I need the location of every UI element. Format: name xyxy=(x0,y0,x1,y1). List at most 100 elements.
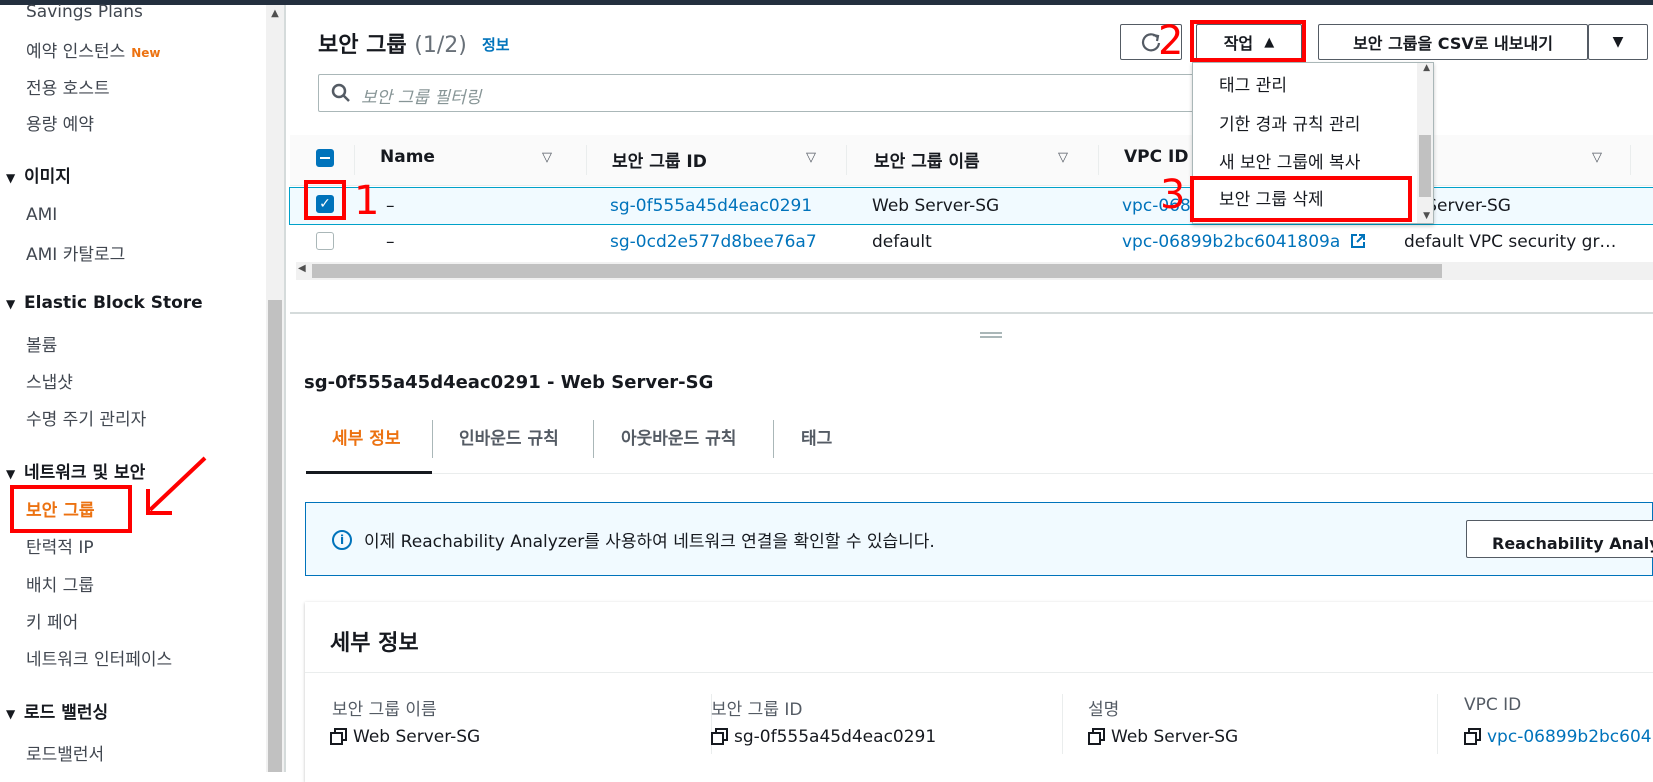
page-title: 보안 그룹 (1/2) xyxy=(318,27,467,59)
copy-icon[interactable] xyxy=(1464,728,1481,745)
export-csv-button[interactable]: 보안 그룹을 CSV로 내보내기 xyxy=(1318,24,1588,60)
menu-scrollbar-thumb[interactable] xyxy=(1419,135,1431,197)
section-label: Elastic Block Store xyxy=(24,293,203,313)
panel-splitter[interactable] xyxy=(290,312,1653,314)
tab-details[interactable]: 세부 정보 xyxy=(332,424,400,449)
caret-down-icon: ▼ xyxy=(6,467,16,481)
sidebar-item-savings-plans[interactable]: Savings Plans xyxy=(26,2,143,22)
sidebar-item-placement-groups[interactable]: 배치 그룹 xyxy=(26,571,94,596)
sidebar-scrollbar-thumb[interactable] xyxy=(268,300,282,772)
page-title-text: 보안 그룹 xyxy=(318,33,407,58)
vpc-id-text: vpc-06899b2bc6041809a xyxy=(1122,232,1341,252)
scroll-up-arrow-icon[interactable]: ▲ xyxy=(268,8,282,22)
menu-item-copy-to-new[interactable]: 새 보안 그룹에 복사 xyxy=(1219,148,1360,173)
cell-sg-id-link[interactable]: sg-0f555a45d4eac0291 xyxy=(610,196,812,216)
caret-down-icon: ▼ xyxy=(6,707,16,721)
info-link[interactable]: 정보 xyxy=(482,34,510,55)
field-value-sg-id: sg-0f555a45d4eac0291 xyxy=(711,727,936,747)
export-dropdown-button[interactable]: ▼ xyxy=(1588,24,1648,60)
sidebar-item-load-balancers[interactable]: 로드밸런서 xyxy=(26,740,104,765)
column-header-name[interactable]: Name xyxy=(380,147,435,167)
copy-icon[interactable] xyxy=(1088,728,1105,745)
tab-outbound-rules[interactable]: 아웃바운드 규칙 xyxy=(621,424,736,449)
search-input[interactable]: 보안 그룹 필터링 xyxy=(318,74,1218,112)
cell-sg-id-link[interactable]: sg-0cd2e577d8bee76a7 xyxy=(610,232,817,252)
active-tab-indicator xyxy=(306,471,432,474)
tabs-baseline xyxy=(306,473,1653,474)
table-row[interactable]: – sg-0cd2e577d8bee76a7 default vpc-06899… xyxy=(290,224,1653,260)
sidebar-section-network[interactable]: ▼ 네트워크 및 보안 xyxy=(6,458,145,483)
external-link-icon xyxy=(1350,234,1365,248)
cell-vpc-id-link[interactable]: vpc-06899b2bc6041809a xyxy=(1122,232,1366,252)
column-header-vpc-id[interactable]: VPC ID xyxy=(1124,147,1188,167)
section-label: 네트워크 및 보안 xyxy=(24,463,146,483)
column-divider xyxy=(1630,145,1631,175)
sidebar-item-ami-catalog[interactable]: AMI 카탈로그 xyxy=(26,240,125,265)
column-header-sg-id[interactable]: 보안 그룹 ID xyxy=(612,147,707,172)
sidebar-item-key-pairs[interactable]: 키 페어 xyxy=(26,608,78,633)
details-title: sg-0f555a45d4eac0291 - Web Server-SG xyxy=(304,372,714,393)
copy-icon[interactable] xyxy=(711,728,728,745)
sidebar-item-capacity-reservations[interactable]: 용량 예약 xyxy=(26,110,94,135)
sidebar-item-security-groups[interactable]: 보안 그룹 xyxy=(26,496,94,521)
sort-icon[interactable]: ▽ xyxy=(1058,150,1068,165)
caret-down-icon: ▼ xyxy=(1612,34,1624,50)
scroll-left-arrow-icon[interactable]: ◀ xyxy=(298,263,306,274)
sort-icon[interactable]: ▽ xyxy=(806,150,816,165)
info-alert: i 이제 Reachability Analyzer를 사용하여 네트워크 연결… xyxy=(305,502,1653,576)
copy-icon[interactable] xyxy=(330,728,347,745)
section-label: 로드 밸런싱 xyxy=(24,703,109,723)
tab-inbound-rules[interactable]: 인바운드 규칙 xyxy=(459,424,559,449)
row-checkbox-checked[interactable]: ✓ xyxy=(316,195,334,213)
cell-name: – xyxy=(386,232,395,252)
sidebar-item-network-interfaces[interactable]: 네트워크 인터페이스 xyxy=(26,645,172,670)
drag-handle-icon[interactable] xyxy=(980,332,1002,338)
column-divider xyxy=(586,145,587,175)
sidebar-item-snapshots[interactable]: 스냅샷 xyxy=(26,368,73,393)
sidebar-divider xyxy=(284,5,286,772)
sidebar-item-volumes[interactable]: 볼륨 xyxy=(26,331,57,356)
sidebar-section-images[interactable]: ▼ 이미지 xyxy=(6,162,71,187)
annotation-number-3: 3 xyxy=(1160,172,1186,218)
caret-down-icon: ▼ xyxy=(6,171,16,185)
table-row[interactable]: – sg-0f555a45d4eac0291 Web Server-SG vpc… xyxy=(289,187,1653,225)
sidebar-item-dedicated-hosts[interactable]: 전용 호스트 xyxy=(26,74,110,99)
menu-item-manage-tags[interactable]: 태그 관리 xyxy=(1219,71,1287,96)
sort-icon[interactable]: ▽ xyxy=(542,150,552,165)
table-scrollbar-thumb[interactable] xyxy=(312,264,1442,278)
sidebar-item-lifecycle-manager[interactable]: 수명 주기 관리자 xyxy=(26,405,146,430)
field-value-sg-name: Web Server-SG xyxy=(330,727,480,747)
sort-icon[interactable]: ▽ xyxy=(1592,150,1602,165)
select-all-checkbox[interactable] xyxy=(316,149,334,167)
tab-divider xyxy=(773,420,774,458)
cell-name: – xyxy=(386,196,395,216)
row-checkbox[interactable] xyxy=(316,232,334,250)
sidebar-section-load-balancing[interactable]: ▼ 로드 밸런싱 xyxy=(6,698,108,723)
field-label-sg-id: 보안 그룹 ID xyxy=(711,700,803,720)
field-value-text: vpc-06899b2bc6041809a xyxy=(1487,727,1653,747)
sidebar-item-ami[interactable]: AMI xyxy=(26,205,57,225)
actions-menu: 태그 관리 기한 경과 규칙 관리 새 보안 그룹에 복사 보안 그룹 삭제 ▲… xyxy=(1192,62,1434,224)
field-label-vpc-id: VPC ID xyxy=(1464,695,1522,715)
column-header-sg-name[interactable]: 보안 그룹 이름 xyxy=(874,147,980,172)
sidebar-item-elastic-ip[interactable]: 탄력적 IP xyxy=(26,533,94,558)
cell-sg-name: default xyxy=(872,232,932,252)
column-divider xyxy=(354,145,355,175)
actions-button[interactable]: 작업 ▲ xyxy=(1196,24,1302,60)
field-value-vpc-id[interactable]: vpc-06899b2bc6041809a xyxy=(1464,727,1653,747)
tab-divider xyxy=(432,420,433,458)
reachability-analyzer-button[interactable]: Reachability Analyzer 실행 xyxy=(1466,520,1653,558)
menu-item-manage-stale-rules[interactable]: 기한 경과 규칙 관리 xyxy=(1219,110,1360,135)
scroll-down-arrow-icon[interactable]: ▼ xyxy=(1423,211,1430,221)
sidebar-item-label: 예약 인스턴스 xyxy=(26,42,126,62)
sidebar-item-reserved-instances[interactable]: 예약 인스턴스 New xyxy=(26,37,161,62)
new-badge: New xyxy=(131,46,161,60)
annotation-number-1: 1 xyxy=(354,178,380,224)
tab-divider xyxy=(593,420,594,458)
menu-item-delete-security-group[interactable]: 보안 그룹 삭제 xyxy=(1219,185,1324,210)
sidebar-section-ebs[interactable]: ▼ Elastic Block Store xyxy=(6,293,203,313)
tab-tags[interactable]: 태그 xyxy=(801,424,832,449)
cell-sg-name: Web Server-SG xyxy=(872,196,1000,216)
card-divider xyxy=(305,672,1653,673)
scroll-up-arrow-icon[interactable]: ▲ xyxy=(1423,63,1430,73)
